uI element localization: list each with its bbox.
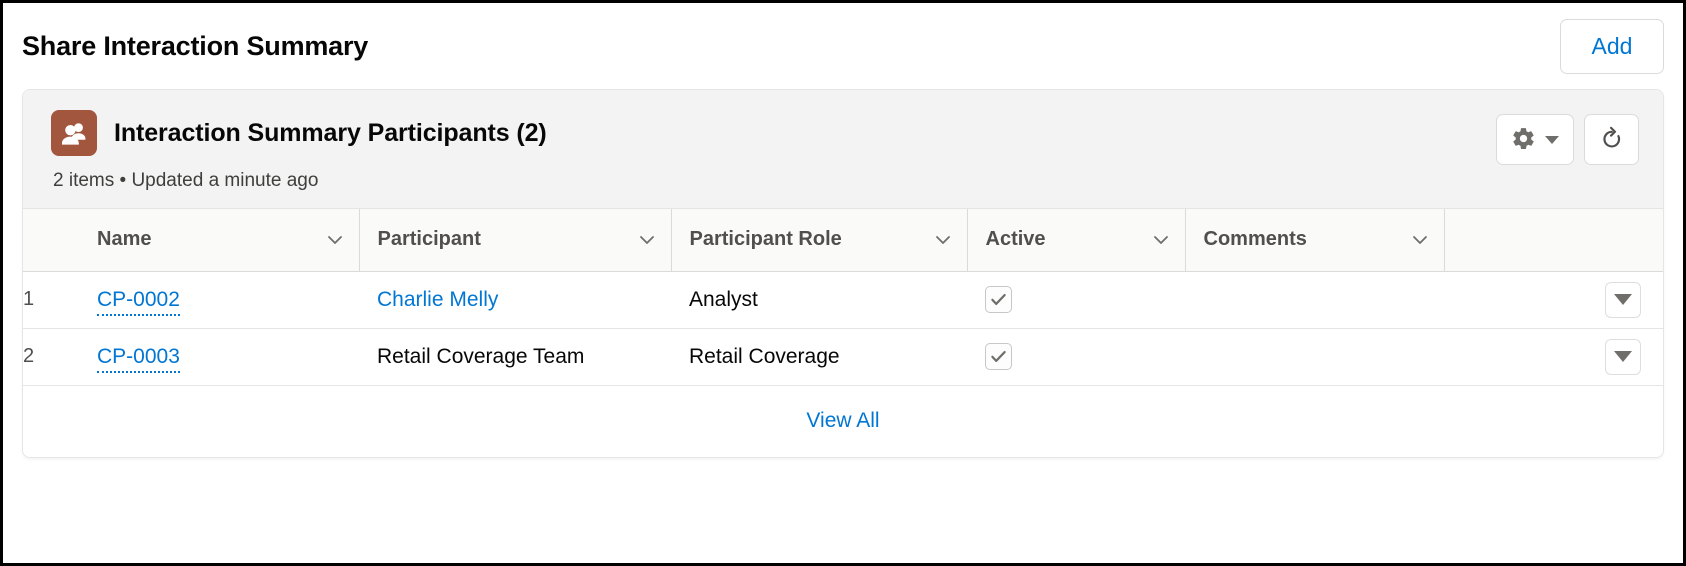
cell-name: CP-0003 xyxy=(79,328,359,386)
related-list-title-row: Interaction Summary Participants (2) xyxy=(51,110,547,156)
cell-comments xyxy=(1185,271,1444,329)
cell-name: CP-0002 xyxy=(79,271,359,329)
chevron-down-icon xyxy=(1412,235,1427,244)
cell-active xyxy=(967,328,1185,386)
column-header-comments[interactable]: Comments xyxy=(1185,209,1445,272)
row-index: 1 xyxy=(23,271,79,329)
check-icon xyxy=(991,350,1006,363)
record-name-link[interactable]: CP-0003 xyxy=(97,344,180,373)
column-header-name[interactable]: Name xyxy=(79,209,360,272)
related-list-header-text: Interaction Summary Participants (2) 2 i… xyxy=(51,110,547,192)
column-label-comments: Comments xyxy=(1203,228,1307,251)
page-title: Share Interaction Summary xyxy=(22,30,369,61)
check-icon xyxy=(991,293,1006,306)
cell-participant-role: Retail Coverage xyxy=(671,328,967,386)
caret-down-icon xyxy=(1545,135,1559,144)
column-label-name: Name xyxy=(97,228,152,251)
related-list-header: Interaction Summary Participants (2) 2 i… xyxy=(23,90,1663,209)
cell-participant: Charlie Melly xyxy=(359,271,671,329)
table-head: Name Participant Participant Role Active… xyxy=(23,209,1663,272)
gear-icon xyxy=(1511,126,1536,154)
chevron-down-icon xyxy=(327,235,342,244)
column-label-participant-role: Participant Role xyxy=(689,228,842,251)
column-header-participant[interactable]: Participant xyxy=(359,209,672,272)
column-header-participant-role[interactable]: Participant Role xyxy=(671,209,968,272)
triangle-down-icon xyxy=(1614,351,1632,362)
active-checkbox xyxy=(985,286,1012,313)
column-header-index xyxy=(23,209,79,272)
cell-comments xyxy=(1185,328,1444,386)
related-list-actions xyxy=(1496,110,1639,165)
related-list-title: Interaction Summary Participants (2) xyxy=(114,118,547,147)
table-body: 1 CP-0002 Charlie Melly Analyst 2 CP-000… xyxy=(23,271,1663,386)
column-header-actions xyxy=(1444,209,1663,272)
refresh-button[interactable] xyxy=(1584,114,1639,165)
active-checkbox xyxy=(985,343,1012,370)
table-row: 2 CP-0003 Retail Coverage Team Retail Co… xyxy=(23,328,1663,386)
cell-participant: Retail Coverage Team xyxy=(359,328,671,386)
column-label-active: Active xyxy=(985,228,1046,251)
settings-button[interactable] xyxy=(1496,114,1574,165)
row-actions-button[interactable] xyxy=(1605,338,1641,375)
table-header-row: Name Participant Participant Role Active… xyxy=(23,209,1663,272)
add-button[interactable]: Add xyxy=(1560,18,1664,74)
cell-row-actions xyxy=(1444,271,1663,329)
related-list-subtitle: 2 items • Updated a minute ago xyxy=(53,170,319,191)
people-icon xyxy=(51,110,97,156)
row-actions-button[interactable] xyxy=(1605,281,1641,318)
chevron-down-icon xyxy=(1153,235,1168,244)
panel-header: Share Interaction Summary Add xyxy=(3,3,1683,89)
share-interaction-summary-panel: Share Interaction Summary Add Interactio… xyxy=(0,0,1686,566)
participants-table: Name Participant Participant Role Active… xyxy=(23,209,1663,386)
refresh-icon xyxy=(1599,126,1624,154)
cell-active xyxy=(967,271,1185,329)
chevron-down-icon xyxy=(935,235,950,244)
record-name-link[interactable]: CP-0002 xyxy=(97,287,180,316)
view-all-link[interactable]: View All xyxy=(806,409,879,433)
related-list-card: Interaction Summary Participants (2) 2 i… xyxy=(22,89,1664,458)
triangle-down-icon xyxy=(1614,294,1632,305)
column-label-participant: Participant xyxy=(377,228,481,251)
table-row: 1 CP-0002 Charlie Melly Analyst xyxy=(23,271,1663,329)
chevron-down-icon xyxy=(639,235,654,244)
column-header-active[interactable]: Active xyxy=(967,209,1186,272)
cell-participant-role: Analyst xyxy=(671,271,967,329)
cell-row-actions xyxy=(1444,328,1663,386)
row-index: 2 xyxy=(23,328,79,386)
view-all-footer[interactable]: View All xyxy=(23,385,1663,457)
participant-link[interactable]: Charlie Melly xyxy=(377,288,498,311)
